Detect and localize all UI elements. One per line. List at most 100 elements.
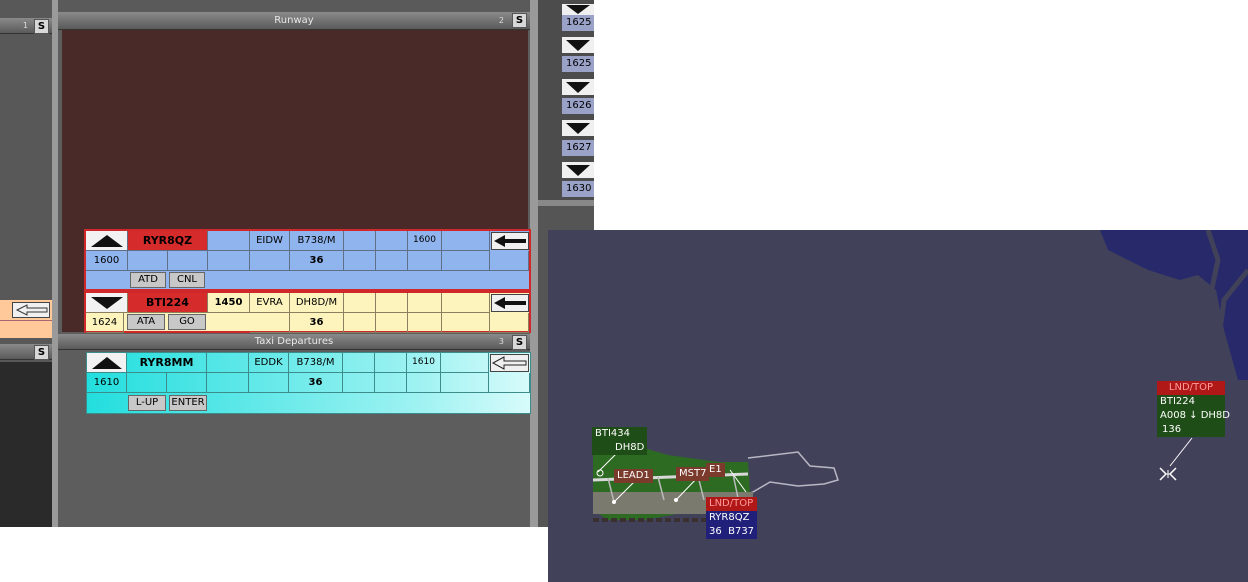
taxi-s-button[interactable]: S xyxy=(512,335,527,350)
strip-time-top xyxy=(208,231,250,251)
strip-callsign: RYR8QZ xyxy=(128,231,208,251)
strip-slot xyxy=(408,293,442,313)
strip-cell xyxy=(128,251,168,271)
flight-strip[interactable]: RYR8MM EDDK B738/M 1610 1610 36 L-UP ENT… xyxy=(86,352,531,414)
triangle-down-icon xyxy=(566,123,590,134)
strip-cell xyxy=(376,231,408,251)
strip-cell xyxy=(250,313,290,333)
cnl-button[interactable]: CNL xyxy=(169,272,205,288)
strip-cell xyxy=(376,251,408,271)
left-panel-mid-s-button[interactable]: S xyxy=(34,345,49,360)
strip-cell xyxy=(408,251,442,271)
queue-time: 1625 xyxy=(562,56,594,72)
strip-cell xyxy=(442,251,490,271)
strip-time-top: 1450 xyxy=(208,293,250,313)
aircraft-target-icon[interactable] xyxy=(1159,467,1177,481)
strip-cell xyxy=(207,373,249,393)
strip-cell xyxy=(167,373,207,393)
strip-destination: EVRA xyxy=(250,293,290,313)
left-panel-mid-header: S xyxy=(0,344,52,360)
queue-time: 1627 xyxy=(562,140,594,156)
queue-expand-button[interactable] xyxy=(562,120,594,136)
ata-button[interactable]: ATA xyxy=(127,314,165,330)
enter-button[interactable]: ENTER xyxy=(169,395,207,411)
strip-runway: 36 xyxy=(290,251,344,271)
bti224-leader-line xyxy=(1169,437,1193,467)
strip-cell xyxy=(442,293,490,313)
track-callsign: RYR8QZ xyxy=(706,511,758,525)
runway-title: Runway xyxy=(274,15,314,26)
strip-move-button[interactable] xyxy=(491,294,529,312)
left-panel-number: 1 xyxy=(22,21,28,30)
top-band xyxy=(58,0,530,12)
strip-time-bottom: 1600 xyxy=(86,251,128,271)
right-separator xyxy=(530,0,538,527)
track-label-ryr8qz[interactable]: LND/TOP RYR8QZ 36 B737 xyxy=(706,497,758,539)
strip-cell xyxy=(375,373,407,393)
runway-header: Runway 2 S xyxy=(58,12,530,30)
track-runway: 36 xyxy=(709,526,722,537)
strip-aircraft-type: DH8D/M xyxy=(290,293,344,313)
strip-callsign: RYR8MM xyxy=(127,353,207,373)
coastline xyxy=(737,451,839,499)
go-button[interactable]: GO xyxy=(168,314,206,330)
strip-cell xyxy=(441,373,489,393)
strip-cell xyxy=(168,251,208,271)
strip-cell xyxy=(344,313,376,333)
arrow-left-icon xyxy=(491,356,527,370)
strip-time-top xyxy=(207,353,249,373)
line-up-button[interactable]: L-UP xyxy=(128,395,166,411)
track-label-e1[interactable]: E1 xyxy=(706,463,725,477)
runway-s-button[interactable]: S xyxy=(512,13,527,28)
track-callsign: BTI434 xyxy=(595,428,631,439)
queue-expand-button[interactable] xyxy=(562,162,594,178)
arrow-left-icon xyxy=(15,304,48,316)
queue-expand-button[interactable] xyxy=(562,37,594,53)
strip-slot: 1600 xyxy=(408,231,442,251)
strip-cell xyxy=(407,373,441,393)
strip-cell xyxy=(489,373,530,393)
strip-runway: 36 xyxy=(290,313,344,333)
triangle-up-icon xyxy=(90,235,123,247)
queue-expand-button[interactable] xyxy=(562,4,594,15)
track-speed: 136 xyxy=(1157,423,1225,437)
radar-map xyxy=(592,230,1248,522)
strip-expand-button[interactable] xyxy=(86,293,128,313)
atd-button[interactable]: ATD xyxy=(130,272,166,288)
strip-cell xyxy=(250,251,290,271)
descend-arrow-icon: ↓ xyxy=(1189,410,1198,421)
radar-display[interactable]: BTI434 DH8D LEAD1 MST7 E1 LND/TOP RYR8QZ… xyxy=(548,230,1248,582)
strip-destination: EIDW xyxy=(250,231,290,251)
track-label-mst[interactable]: MST7 xyxy=(676,467,710,481)
triangle-down-icon xyxy=(566,5,590,14)
track-altitude: A008 xyxy=(1160,410,1186,421)
triangle-down-icon xyxy=(566,165,590,176)
left-panel-s-button[interactable]: S xyxy=(34,19,49,34)
strip-cell xyxy=(376,293,408,313)
strip-move-button[interactable] xyxy=(491,232,529,250)
flight-strip[interactable]: RYR8QZ EIDW B738/M 1600 1600 36 ATD CNL xyxy=(84,229,531,291)
flight-strip[interactable]: BTI224 1450 EVRA DH8D/M 1624 ATA GO 36 xyxy=(84,291,531,333)
track-label-bti434[interactable]: BTI434 DH8D xyxy=(592,427,648,455)
strip-cell xyxy=(344,293,376,313)
queue-expand-button[interactable] xyxy=(562,79,594,95)
left-panel-header: 1 S xyxy=(0,18,52,34)
left-column-lower xyxy=(0,362,52,527)
track-aircraft-type: DH8D xyxy=(615,442,645,453)
track-aircraft-type: DH8D xyxy=(1200,410,1230,421)
strip-expand-button[interactable] xyxy=(87,353,127,373)
triangle-up-icon xyxy=(91,357,122,369)
strip-cell xyxy=(376,313,408,333)
strip-aircraft-type: B738/M xyxy=(289,353,343,373)
triangle-down-icon xyxy=(566,40,590,51)
strip-move-button[interactable] xyxy=(490,354,529,372)
strip-cell xyxy=(442,313,490,333)
track-aircraft-type: B737 xyxy=(728,526,755,537)
track-label-bti224[interactable]: LND/TOP BTI224 A008 ↓ DH8D 136 xyxy=(1157,381,1230,437)
strip-time-bottom: 1610 xyxy=(87,373,127,393)
strip-bay-window: 1 S S Runway 2 S RYR8QZ EIDW B738/M 1600… xyxy=(0,0,594,527)
strip-expand-button[interactable] xyxy=(86,231,128,251)
track-label-lead1[interactable]: LEAD1 xyxy=(614,469,653,483)
arrow-left-icon xyxy=(494,297,526,309)
left-strip-move-button[interactable] xyxy=(12,302,50,318)
